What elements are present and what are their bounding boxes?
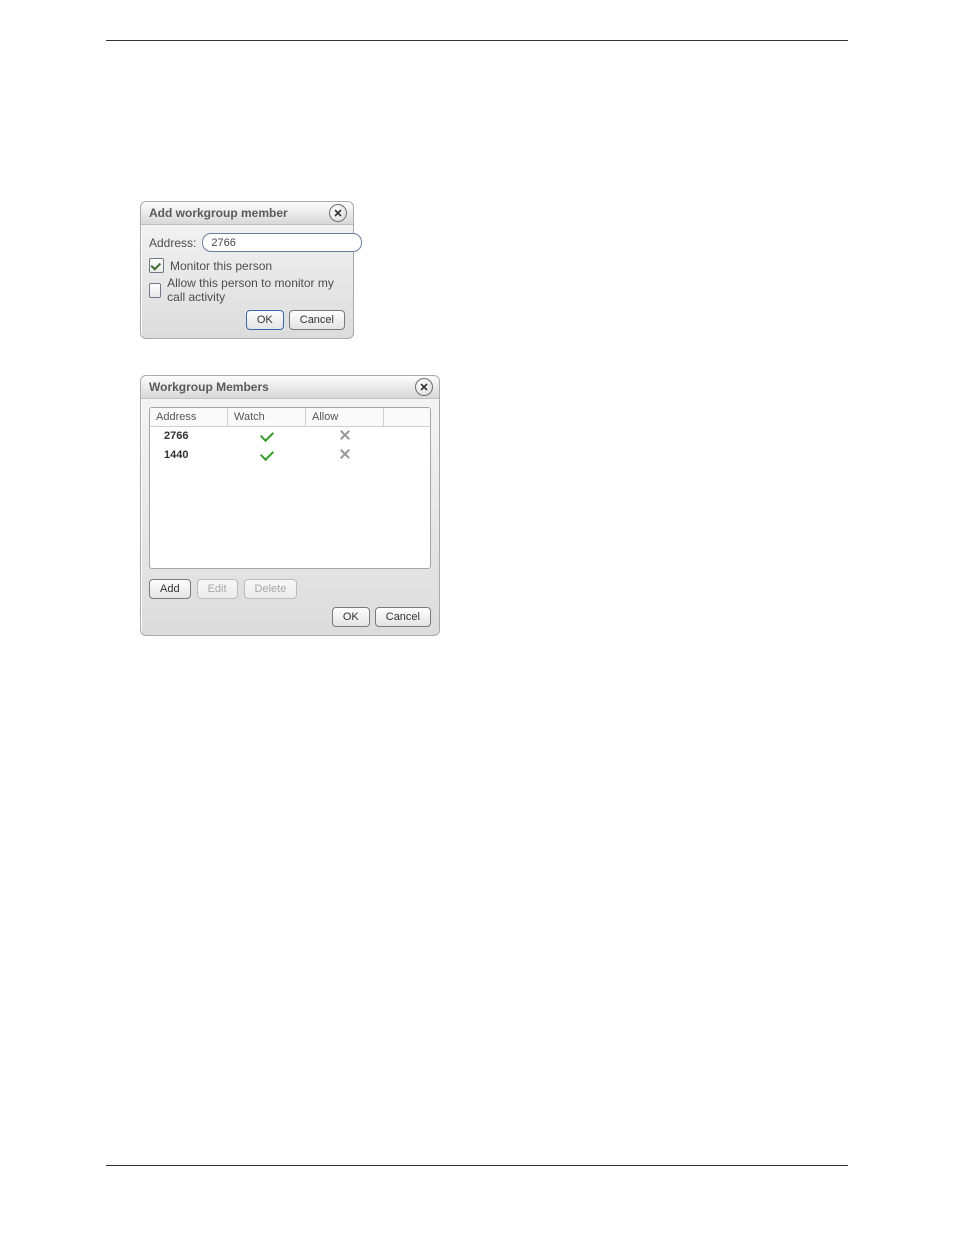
cell-allow [306, 446, 384, 465]
page-bottom-rule [106, 1165, 848, 1166]
edit-button[interactable]: Edit [197, 579, 238, 599]
column-address[interactable]: Address [150, 408, 228, 427]
add-workgroup-member-dialog: Add workgroup member Address: Monitor th… [140, 201, 354, 339]
table-row[interactable]: 2766 [150, 427, 430, 446]
dialog-title: Workgroup Members [149, 380, 415, 394]
monitor-label: Monitor this person [170, 259, 272, 273]
cancel-button[interactable]: Cancel [289, 310, 345, 330]
close-icon[interactable] [329, 204, 347, 222]
delete-button[interactable]: Delete [244, 579, 298, 599]
dialog-title: Add workgroup member [149, 206, 329, 220]
allow-label: Allow this person to monitor my call act… [167, 276, 345, 304]
column-allow[interactable]: Allow [306, 408, 384, 427]
address-label: Address: [149, 236, 196, 250]
cancel-button[interactable]: Cancel [375, 607, 431, 627]
dialog-titlebar[interactable]: Workgroup Members [141, 376, 439, 399]
members-listbox[interactable]: Address Watch Allow 27661440 [149, 407, 431, 569]
add-button[interactable]: Add [149, 579, 191, 599]
ok-button[interactable]: OK [332, 607, 370, 627]
address-input[interactable] [202, 233, 362, 252]
ok-button[interactable]: OK [246, 310, 284, 330]
check-icon [259, 428, 273, 442]
column-watch[interactable]: Watch [228, 408, 306, 427]
column-spacer [384, 408, 430, 427]
cell-address: 2766 [150, 427, 228, 446]
x-icon [340, 430, 350, 440]
list-header: Address Watch Allow [150, 408, 430, 427]
cell-address: 1440 [150, 446, 228, 465]
x-icon [340, 449, 350, 459]
allow-checkbox[interactable] [149, 283, 161, 298]
close-icon[interactable] [415, 378, 433, 396]
cell-allow [306, 427, 384, 446]
table-row[interactable]: 1440 [150, 446, 430, 465]
dialog-titlebar[interactable]: Add workgroup member [141, 202, 353, 225]
cell-watch [228, 427, 306, 446]
check-icon [259, 447, 273, 461]
monitor-checkbox[interactable] [149, 258, 164, 273]
cell-watch [228, 446, 306, 465]
workgroup-members-dialog: Workgroup Members Address Watch Allow 27… [140, 375, 440, 636]
